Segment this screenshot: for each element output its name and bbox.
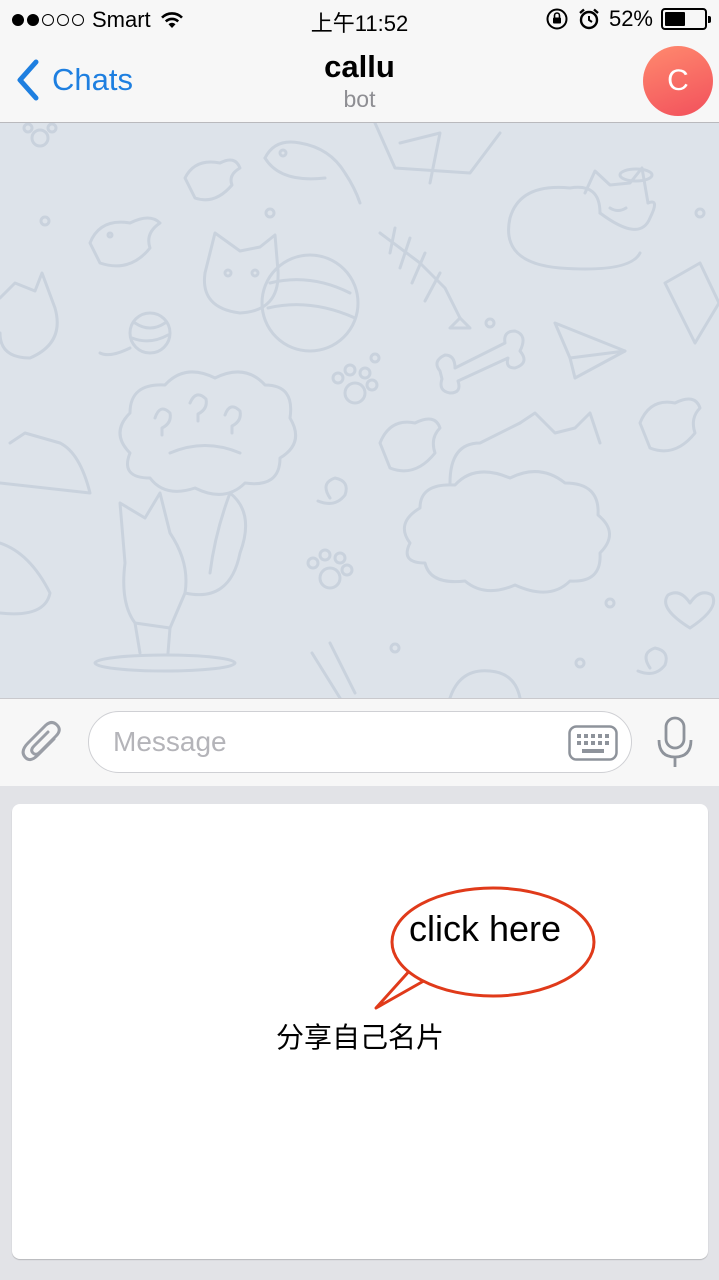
share-contact-label: 分享自己名片 bbox=[275, 1021, 444, 1054]
callout-text: click here bbox=[408, 908, 562, 949]
message-input[interactable] bbox=[88, 711, 632, 773]
status-right: 52% bbox=[545, 6, 711, 32]
battery-fill bbox=[665, 12, 685, 26]
chat-name: callu bbox=[324, 49, 395, 84]
battery-percent: 52% bbox=[608, 6, 653, 31]
battery-icon bbox=[661, 8, 711, 30]
microphone-icon[interactable] bbox=[654, 715, 696, 771]
keyboard-icon[interactable] bbox=[568, 725, 618, 761]
avatar[interactable]: C bbox=[643, 46, 713, 116]
chat-title[interactable]: callu bot bbox=[0, 50, 719, 114]
paperclip-icon[interactable] bbox=[18, 717, 66, 767]
composer-bar bbox=[0, 698, 719, 786]
avatar-initial: C bbox=[667, 64, 689, 97]
nav-bar: Chats callu bot C bbox=[0, 40, 719, 123]
doodle-pattern bbox=[0, 123, 719, 698]
alarm-icon bbox=[579, 8, 599, 30]
status-bar: Smart 上午11:52 52% bbox=[0, 0, 719, 40]
bot-keyboard: 分享自己名片 click here bbox=[0, 786, 719, 1280]
chat-subtitle: bot bbox=[343, 86, 376, 112]
rotation-lock-icon bbox=[546, 8, 568, 30]
chat-background bbox=[0, 123, 719, 698]
